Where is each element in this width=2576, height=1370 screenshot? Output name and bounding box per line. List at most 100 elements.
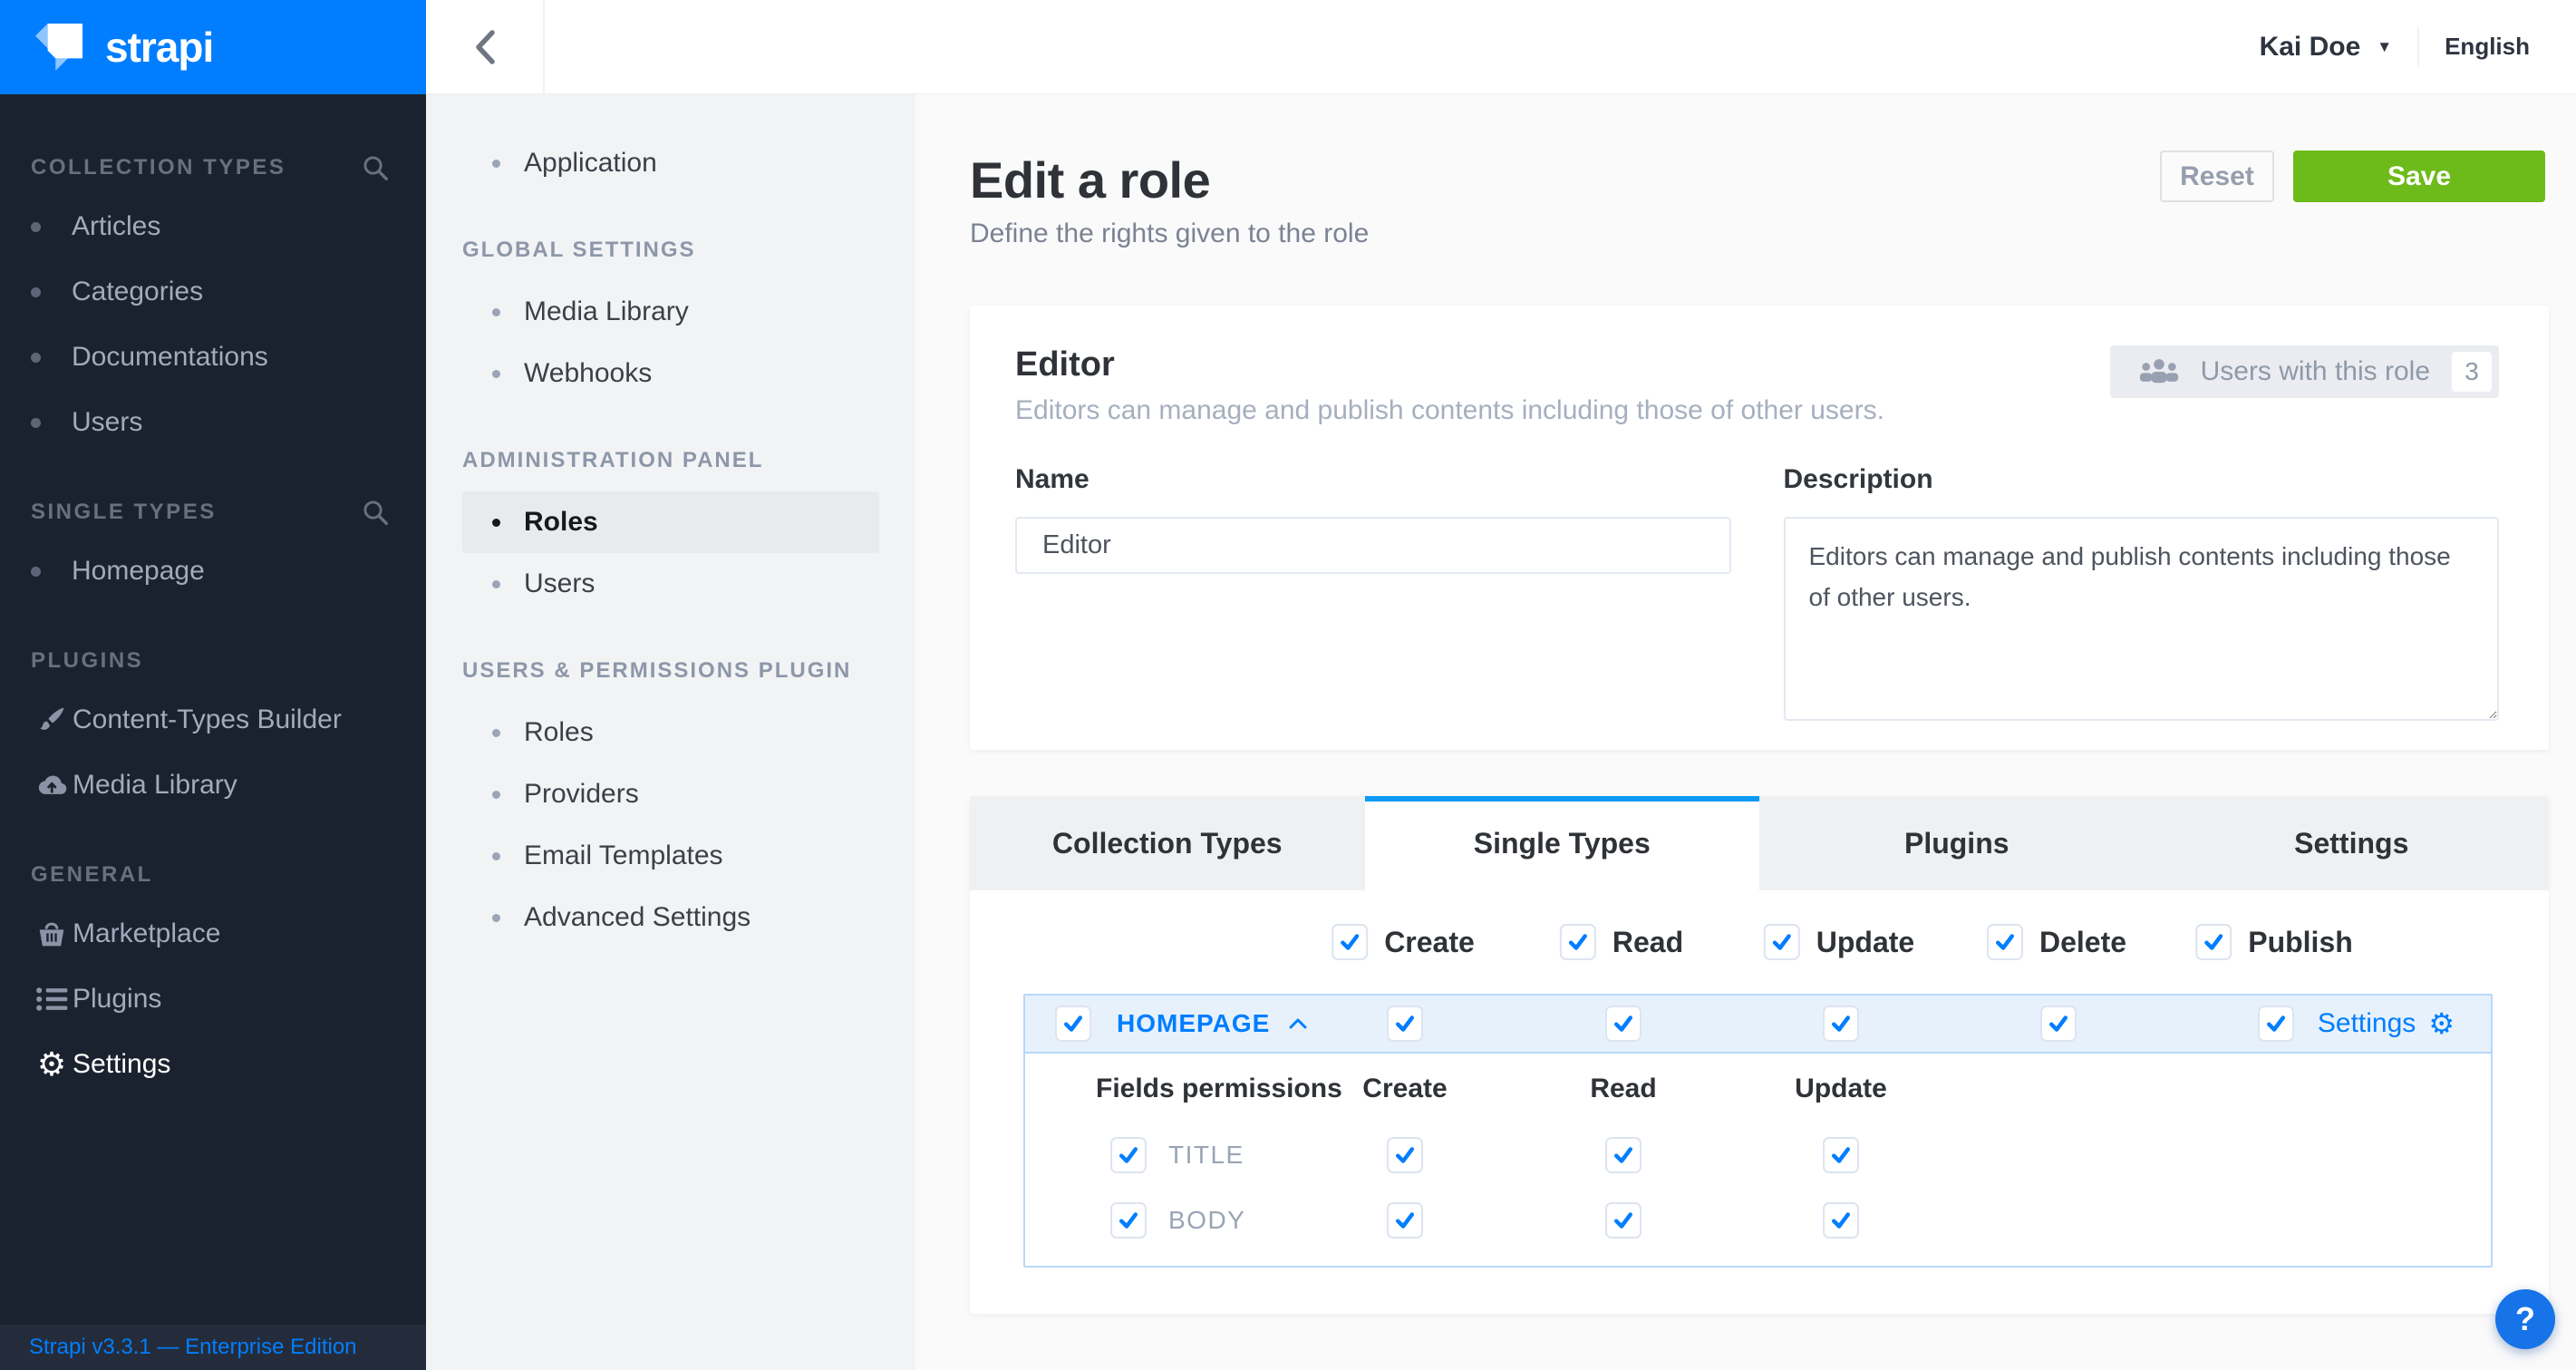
homepage-row[interactable]: HOMEPAGE Settings ⚙ — [1025, 996, 2491, 1054]
settings-nav-item-media-library[interactable]: Media Library — [462, 281, 879, 343]
sidebar-item-label: Media Library — [73, 770, 237, 801]
strapi-logo[interactable]: strapi — [0, 0, 426, 94]
settings-nav-item-advanced-settings[interactable]: Advanced Settings — [462, 887, 879, 948]
paintbrush-icon — [31, 705, 73, 734]
role-card-titles: Editor Editors can manage and publish co… — [1015, 345, 1884, 426]
bullet-icon — [31, 287, 41, 297]
sidebar-item-users[interactable]: Users — [0, 390, 426, 455]
user-menu[interactable]: Kai Doe ▼ — [2260, 32, 2393, 63]
homepage-create-checkbox[interactable] — [1387, 1006, 1423, 1042]
users-icon — [2137, 358, 2181, 385]
action-create: Create — [1332, 924, 1475, 960]
strapi-logo-icon — [31, 19, 87, 75]
help-button[interactable]: ? — [2495, 1289, 2555, 1349]
name-input[interactable] — [1015, 517, 1731, 574]
update-checkbox[interactable] — [1764, 924, 1800, 960]
homepage-update-checkbox[interactable] — [1823, 1006, 1859, 1042]
homepage-read-checkbox[interactable] — [1605, 1006, 1641, 1042]
title-create-checkbox[interactable] — [1387, 1137, 1423, 1173]
bullet-icon — [492, 370, 500, 378]
tab-settings[interactable]: Settings — [2155, 796, 2550, 890]
strapi-admin-app: strapi COLLECTION TYPESArticlesCategorie… — [0, 0, 2576, 1370]
field-row-label: BODY — [1168, 1206, 1245, 1235]
delete-checkbox[interactable] — [1987, 924, 2023, 960]
bullet-icon — [31, 418, 41, 428]
sidebar-item-plugins[interactable]: Plugins — [0, 967, 426, 1032]
read-checkbox[interactable] — [1560, 924, 1596, 960]
settings-nav-item-roles[interactable]: Roles — [462, 702, 879, 763]
sidebar-item-marketplace[interactable]: Marketplace — [0, 901, 426, 967]
action-label: Delete — [2039, 926, 2126, 959]
version-link[interactable]: Strapi v3.3.1 — Enterprise Edition — [29, 1335, 357, 1360]
tab-single-types[interactable]: Single Types — [1365, 796, 1760, 890]
language-selector[interactable]: English — [2445, 33, 2530, 61]
settings-nav-item-webhooks[interactable]: Webhooks — [462, 343, 879, 404]
homepage-publish-checkbox[interactable] — [2258, 1006, 2294, 1042]
action-label: Update — [1816, 926, 1914, 959]
settings-nav-item-label: Providers — [524, 779, 639, 810]
permissions-card: Collection TypesSingle TypesPluginsSetti… — [970, 796, 2549, 1314]
sidebar-section-label: SINGLE TYPES — [31, 500, 217, 525]
title-read-checkbox[interactable] — [1605, 1137, 1641, 1173]
save-button[interactable]: Save — [2293, 151, 2545, 202]
description-textarea[interactable] — [1784, 517, 2500, 721]
homepage-checkbox[interactable] — [1055, 1006, 1091, 1042]
header-actions: Reset Save — [2160, 151, 2545, 202]
create-checkbox[interactable] — [1332, 924, 1368, 960]
bullet-icon — [492, 852, 500, 860]
sidebar-item-label: Homepage — [72, 556, 205, 587]
sidebar-section-header-plugins: PLUGINS — [0, 635, 426, 687]
publish-checkbox[interactable] — [2195, 924, 2232, 960]
sidebar-item-label: Content-Types Builder — [73, 704, 342, 735]
homepage-settings-link[interactable]: Settings ⚙ — [2318, 1008, 2455, 1039]
back-button[interactable] — [426, 0, 545, 93]
reset-button[interactable]: Reset — [2160, 151, 2274, 202]
sidebar-item-settings[interactable]: ⚙Settings — [0, 1032, 426, 1097]
main-content: Edit a role Define the rights given to t… — [915, 94, 2576, 1370]
search-icon[interactable] — [361, 498, 390, 527]
users-badge-label: Users with this role — [2201, 356, 2430, 387]
bullet-icon — [492, 580, 500, 588]
sidebar-item-media-library[interactable]: Media Library — [0, 753, 426, 818]
sidebar-section-label: GENERAL — [31, 862, 153, 888]
action-publish: Publish — [2195, 924, 2353, 960]
tab-collection-types[interactable]: Collection Types — [970, 796, 1365, 890]
sidebar-item-articles[interactable]: Articles — [0, 194, 426, 259]
bullet-icon — [492, 308, 500, 316]
settings-nav-item-application[interactable]: Application — [462, 132, 879, 194]
name-label: Name — [1015, 464, 1731, 495]
sidebar-section-collection-types: COLLECTION TYPESArticlesCategoriesDocume… — [0, 141, 426, 455]
bullet-icon — [31, 222, 41, 232]
users-with-role-badge[interactable]: Users with this role 3 — [2110, 345, 2499, 398]
sidebar-item-content-types-builder[interactable]: Content-Types Builder — [0, 687, 426, 753]
field-row-title: TITLE — [1025, 1122, 2491, 1188]
tab-plugins[interactable]: Plugins — [1759, 796, 2155, 890]
body-update-checkbox[interactable] — [1823, 1202, 1859, 1239]
search-icon[interactable] — [361, 153, 390, 182]
field-row-body: BODY — [1025, 1188, 2491, 1253]
settings-nav-item-email-templates[interactable]: Email Templates — [462, 825, 879, 887]
role-card: Editor Editors can manage and publish co… — [970, 306, 2549, 750]
sidebar-item-documentations[interactable]: Documentations — [0, 325, 426, 390]
description-field-group: Description — [1784, 464, 2500, 725]
sidebar-item-label: Articles — [72, 211, 160, 242]
cloud-upload-icon — [31, 771, 73, 800]
update-column-header: Update — [1795, 1074, 1887, 1104]
brand-name: strapi — [105, 23, 213, 72]
body-create-checkbox[interactable] — [1387, 1202, 1423, 1239]
sidebar-item-categories[interactable]: Categories — [0, 259, 426, 325]
topbar: Kai Doe ▼ English — [426, 0, 2576, 94]
title-checkbox[interactable] — [1110, 1137, 1147, 1173]
sidebar-item-homepage[interactable]: Homepage — [0, 539, 426, 604]
body-checkbox[interactable] — [1110, 1202, 1147, 1239]
title-update-checkbox[interactable] — [1823, 1137, 1859, 1173]
settings-nav-item-roles[interactable]: Roles — [462, 491, 879, 553]
version-bar: Strapi v3.3.1 — Enterprise Edition — [0, 1325, 426, 1370]
settings-nav-item-providers[interactable]: Providers — [462, 763, 879, 825]
body-read-checkbox[interactable] — [1605, 1202, 1641, 1239]
settings-nav-item-users[interactable]: Users — [462, 553, 879, 615]
field-rows: TITLE BODY — [1025, 1122, 2491, 1253]
chevron-left-icon — [471, 27, 499, 67]
page-subtitle: Define the rights given to the role — [970, 219, 2549, 249]
homepage-delete-checkbox[interactable] — [2040, 1006, 2077, 1042]
